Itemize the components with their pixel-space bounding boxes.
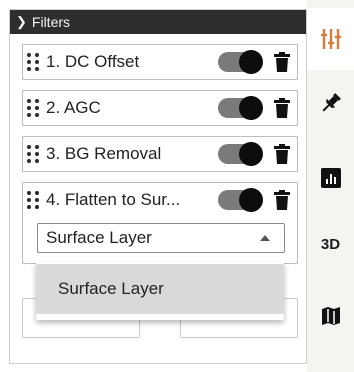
tool-pin[interactable] <box>307 72 354 134</box>
filter-toggle[interactable] <box>218 188 263 212</box>
filter-label: 1. DC Offset <box>46 52 140 71</box>
filter-card-expanded: 4. Flatten to Sur... Surface Layer <box>22 182 298 264</box>
chart-icon <box>320 168 341 188</box>
tool-filters[interactable] <box>307 8 354 70</box>
trash-icon[interactable] <box>274 190 290 210</box>
filter-card: 3. BG Removal <box>22 136 298 172</box>
drag-handle-icon[interactable] <box>27 145 40 163</box>
filter-toggle[interactable] <box>218 142 263 166</box>
filter-row: 2. AGC <box>23 91 297 125</box>
drag-handle-icon[interactable] <box>27 191 40 209</box>
tool-3d[interactable]: 3D <box>307 213 354 275</box>
map-icon <box>321 307 340 325</box>
trash-icon[interactable] <box>274 144 290 164</box>
filter-toggle[interactable] <box>218 50 263 74</box>
pin-icon <box>322 93 341 112</box>
layer-select-value: Surface Layer <box>46 228 152 247</box>
right-toolbar: 3D <box>307 0 354 372</box>
filter-label: 2. AGC <box>46 98 101 117</box>
filter-label: 3. BG Removal <box>46 144 162 163</box>
layer-select[interactable]: Surface Layer <box>37 223 285 253</box>
layer-dropdown-menu: Surface Layer <box>36 262 284 320</box>
dropdown-option[interactable]: Surface Layer <box>36 264 284 314</box>
drag-handle-icon[interactable] <box>27 99 40 117</box>
tool-chart[interactable] <box>307 147 354 209</box>
filter-label: 4. Flatten to Sur... <box>46 190 181 209</box>
tool-map[interactable] <box>307 285 354 347</box>
filter-row: 4. Flatten to Sur... <box>23 183 297 217</box>
filter-card: 1. DC Offset <box>22 44 298 80</box>
drag-handle-icon[interactable] <box>27 53 40 71</box>
trash-icon[interactable] <box>274 52 290 72</box>
chevron-right-icon: ❯ <box>16 14 27 29</box>
filters-header[interactable]: ❯ Filters <box>10 10 306 34</box>
app-root: ❯ Filters 1. DC Offset 2. AGC 3. BG Remo… <box>0 0 354 372</box>
sliders-icon <box>320 29 341 49</box>
trash-icon[interactable] <box>274 98 290 118</box>
filter-row: 1. DC Offset <box>23 45 297 79</box>
panel-title: Filters <box>31 14 71 30</box>
filter-toggle[interactable] <box>218 96 263 120</box>
tool-3d-label: 3D <box>320 235 341 253</box>
filter-row: 3. BG Removal <box>23 137 297 171</box>
caret-up-icon <box>260 235 270 241</box>
filter-card: 2. AGC <box>22 90 298 126</box>
